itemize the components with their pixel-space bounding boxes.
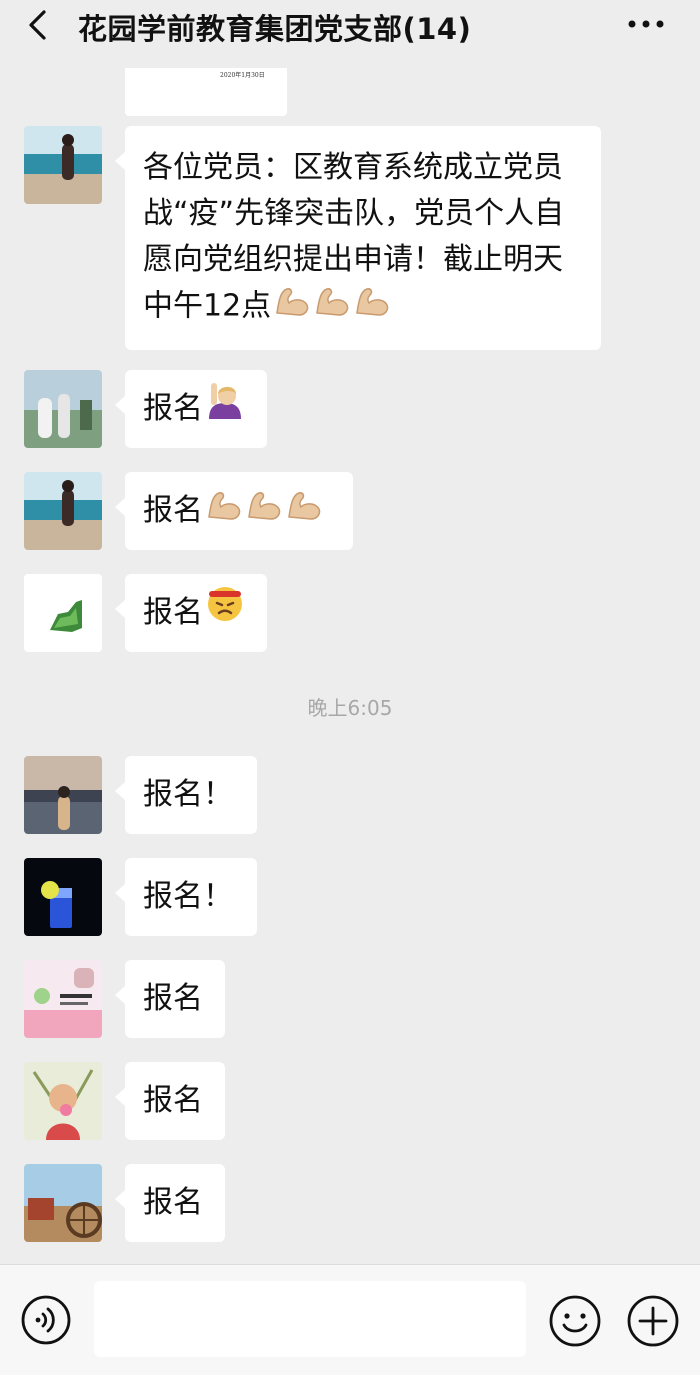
emoji-smile-icon[interactable] <box>548 1294 602 1348</box>
avatar[interactable] <box>24 126 102 204</box>
chevron-left-icon[interactable] <box>22 8 56 42</box>
image-message[interactable]: 2020年1月30日 <box>125 68 287 116</box>
chat-header: 花园学前教育集团党支部(14) <box>0 0 700 52</box>
message-text: 报名 <box>143 981 203 1016</box>
message-bubble[interactable]: 报名 <box>115 574 267 653</box>
flexed-biceps-icon <box>285 473 323 551</box>
flexed-biceps-icon <box>245 473 283 551</box>
avatar[interactable] <box>24 1164 102 1242</box>
message-text: 报名 <box>143 595 203 630</box>
message-bubble[interactable]: 报名 <box>115 960 225 1038</box>
message-text: 报名！ <box>143 879 233 914</box>
message-timestamp: 晚上6:05 <box>307 696 393 720</box>
chat-title: 花园学前教育集团党支部(14) <box>78 12 472 46</box>
flexed-biceps-icon <box>205 473 243 551</box>
message-text: 报名 <box>143 493 203 528</box>
avatar[interactable] <box>24 574 102 652</box>
avatar[interactable] <box>24 756 102 834</box>
avatar[interactable] <box>24 370 102 448</box>
message-bubble[interactable]: 报名 <box>115 1062 225 1140</box>
message-text: 报名 <box>143 1083 203 1118</box>
message-bubble[interactable]: 报名 <box>115 1164 225 1242</box>
determined-face-icon <box>205 575 245 653</box>
avatar[interactable] <box>24 960 102 1038</box>
avatar[interactable] <box>24 472 102 550</box>
message-bubble[interactable]: 各位党员：区教育系统成立党员战“疫”先锋突击队，党员个人自愿向党组织提出申请！截… <box>115 126 601 350</box>
raising-hand-icon <box>205 371 245 449</box>
message-bubble[interactable]: 报名！ <box>115 858 257 936</box>
message-text: 报名 <box>143 1185 203 1220</box>
avatar[interactable] <box>24 1062 102 1140</box>
more-dots-icon[interactable] <box>626 10 666 38</box>
flexed-biceps-icon <box>353 283 391 331</box>
flexed-biceps-icon <box>313 283 351 331</box>
plus-circle-icon[interactable] <box>626 1294 680 1348</box>
flexed-biceps-icon <box>273 283 311 331</box>
message-bubble[interactable]: 报名！ <box>115 756 257 834</box>
input-toolbar <box>0 1264 700 1375</box>
image-caption: 2020年1月30日 <box>220 72 265 79</box>
message-bubble[interactable]: 报名 <box>115 370 267 449</box>
voice-icon[interactable] <box>20 1294 72 1346</box>
message-text: 报名！ <box>143 777 233 812</box>
avatar[interactable] <box>24 858 102 936</box>
chat-message-list[interactable]: 2020年1月30日 各位党员：区教育系统成立党员战“疫”先锋突击队，党员个人自… <box>0 52 700 1264</box>
message-input[interactable] <box>94 1281 526 1357</box>
message-text: 报名 <box>143 391 203 426</box>
message-bubble[interactable]: 报名 <box>115 472 353 551</box>
